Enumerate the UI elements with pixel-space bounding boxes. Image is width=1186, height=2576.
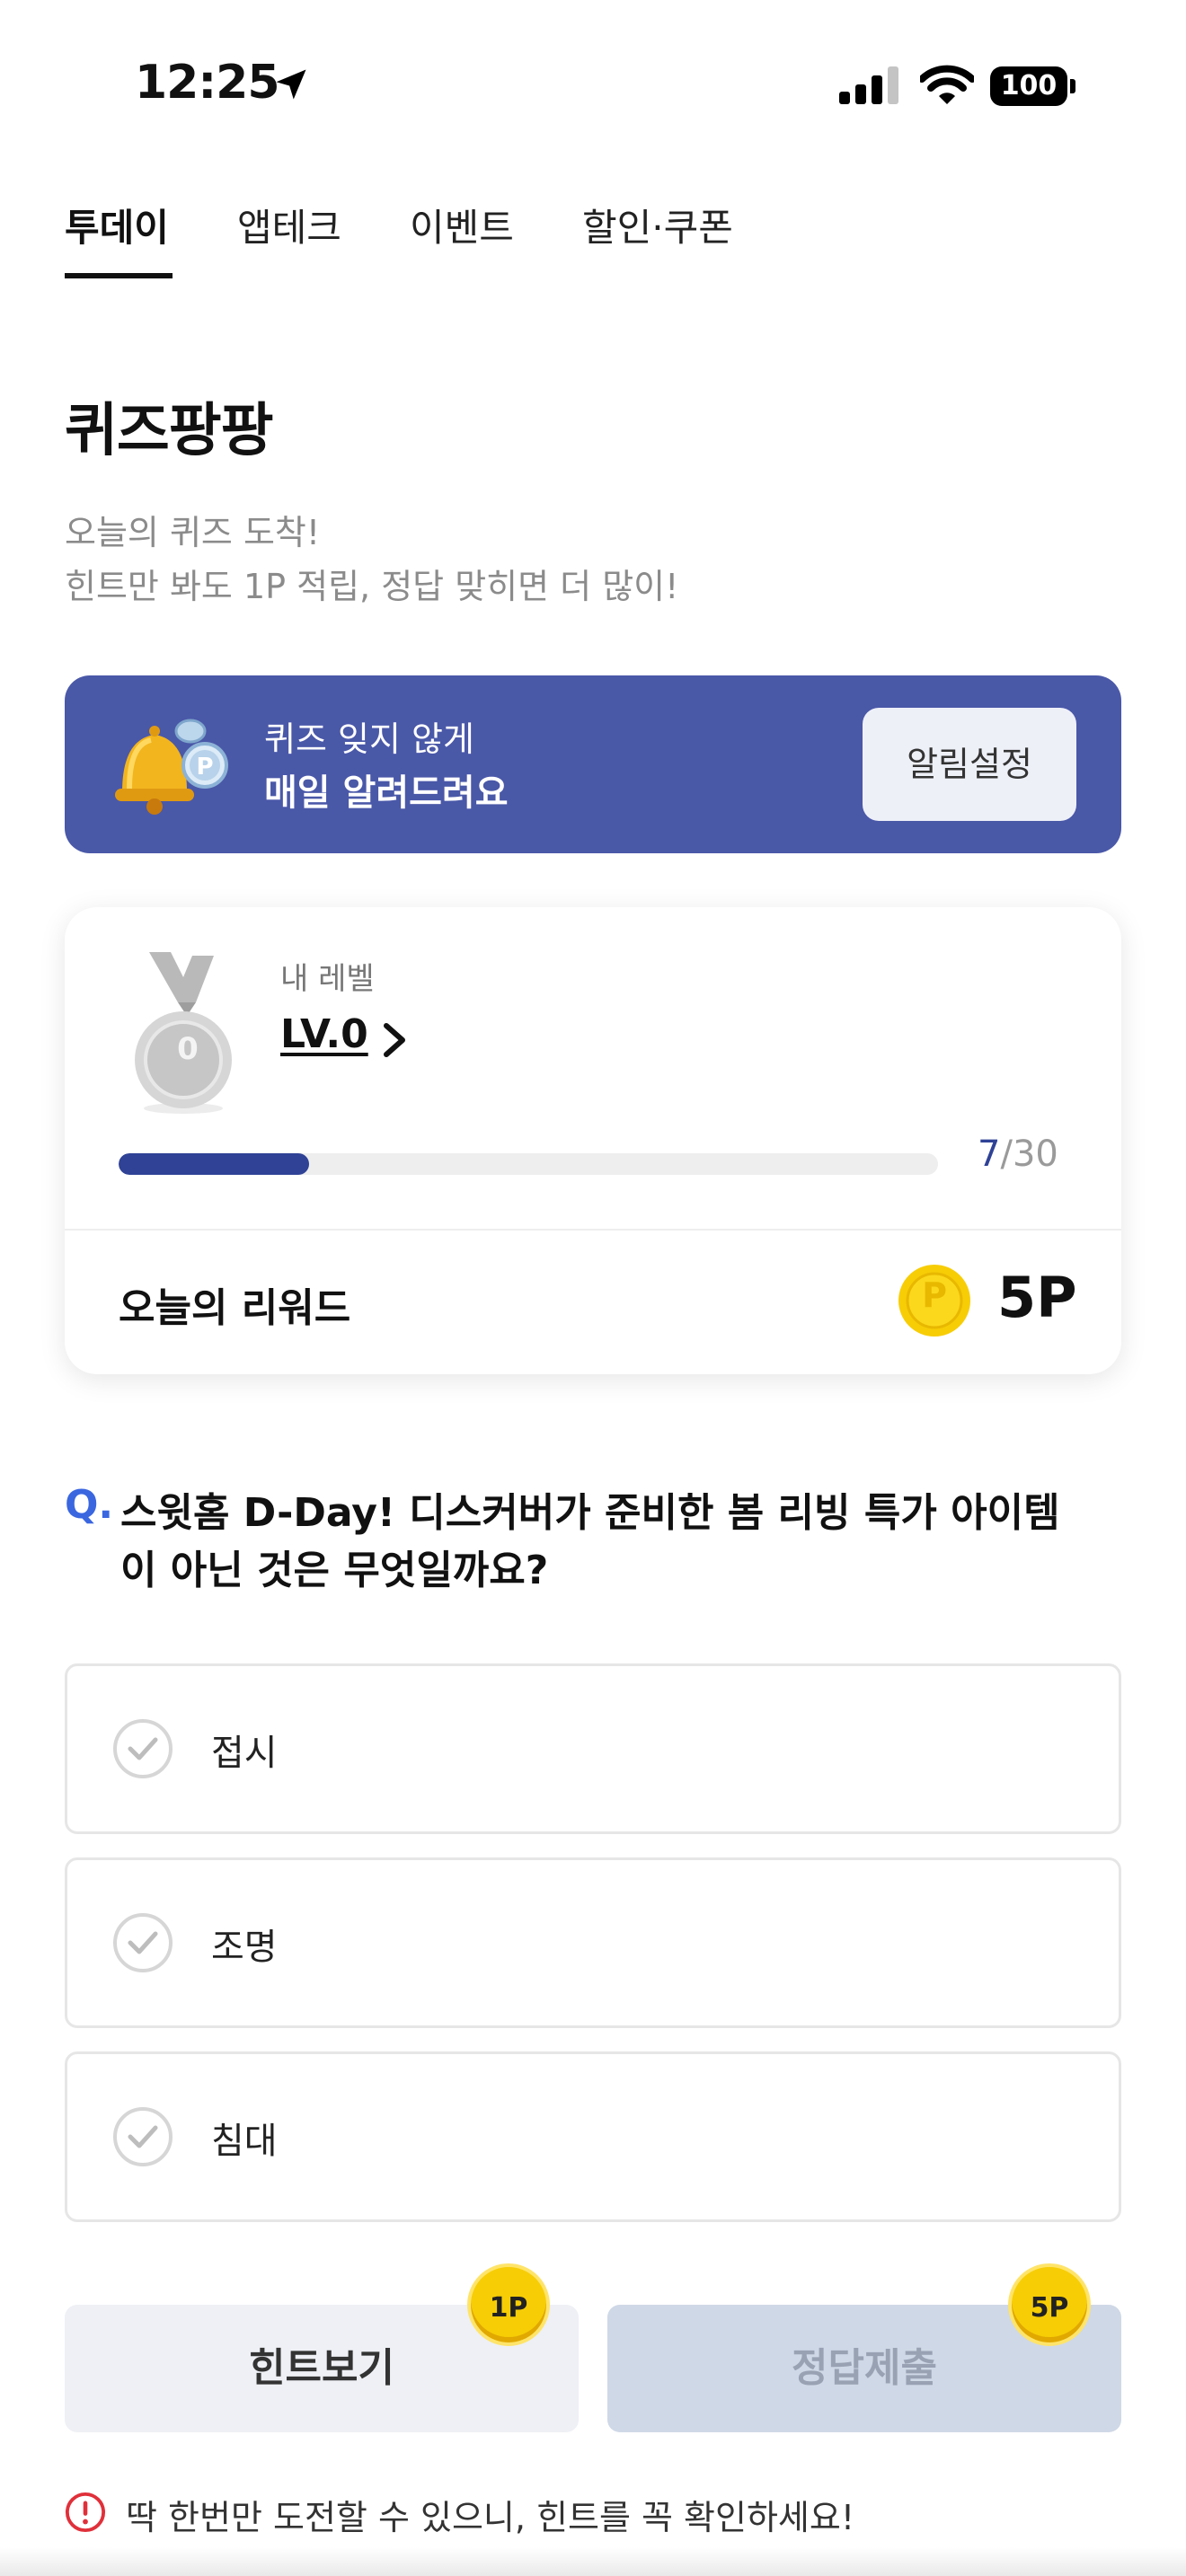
alarm-settings-button[interactable]: 알림설정	[863, 708, 1076, 821]
answer-option-label: 조명	[211, 1927, 278, 1968]
answer-option-label: 접시	[211, 1733, 278, 1774]
check-circle-icon	[113, 2107, 173, 2166]
page-subtitle-line1: 오늘의 퀴즈 도착!	[65, 513, 321, 552]
battery-icon: 100	[990, 66, 1076, 106]
banner-text-line1: 퀴즈 잊지 않게	[264, 719, 474, 759]
level-progress-text: 7/30	[978, 1134, 1058, 1175]
coin-letter: P	[922, 1275, 947, 1315]
bottom-fade	[0, 2547, 1186, 2576]
tab-today[interactable]: 투데이	[65, 198, 169, 252]
answer-option-1[interactable]: 접시	[65, 1663, 1121, 1834]
answer-option-2[interactable]: 조명	[65, 1857, 1121, 2028]
active-tab-indicator	[65, 273, 173, 278]
svg-text:P: P	[196, 754, 213, 781]
page-title: 퀴즈팡팡	[65, 398, 274, 464]
check-circle-icon	[113, 1913, 173, 1972]
progress-separator: /	[1000, 1134, 1013, 1175]
progress-max: 30	[1012, 1134, 1058, 1175]
location-arrow-icon	[276, 69, 306, 100]
today-reward-value: 5P	[997, 1265, 1077, 1330]
cellular-signal-icon	[839, 66, 898, 104]
tab-apptech[interactable]: 앱테크	[237, 198, 341, 252]
bell-coin-icon: P	[115, 719, 228, 815]
wifi-icon	[920, 65, 974, 104]
level-link[interactable]: LV.0	[280, 1011, 368, 1057]
question-text-line1: 스윗홈 D-Day! 디스커버가 준비한 봄 리빙 특가 아이템	[120, 1490, 1060, 1536]
page-subtitle-line2: 힌트만 봐도 1P 적립, 정답 맞히면 더 많이!	[65, 567, 679, 606]
question-text-line2: 이 아닌 것은 무엇일까요?	[120, 1548, 549, 1593]
status-time: 12:25	[135, 56, 280, 110]
my-level-label: 내 레벨	[280, 961, 375, 997]
level-progress-bar	[119, 1153, 938, 1175]
level-progress-fill	[119, 1153, 310, 1175]
notice-text: 딱 한번만 도전할 수 있으니, 힌트를 꼭 확인하세요!	[126, 2498, 855, 2537]
card-divider	[65, 1229, 1121, 1231]
medal-level-number: 0	[177, 1031, 199, 1067]
banner-text-line2: 매일 알려드려요	[264, 772, 509, 814]
hint-point-badge: 1P	[467, 2263, 550, 2346]
answer-option-label: 침대	[211, 2121, 278, 2162]
answer-option-3[interactable]: 침대	[65, 2051, 1121, 2222]
battery-level: 100	[1000, 70, 1058, 101]
submit-point-badge: 5P	[1008, 2263, 1091, 2346]
question-mark-label: Q.	[65, 1482, 114, 1528]
tab-event[interactable]: 이벤트	[410, 198, 514, 252]
progress-current: 7	[978, 1134, 1001, 1175]
warning-icon	[65, 2492, 106, 2533]
check-circle-icon	[113, 1719, 173, 1778]
chevron-right-icon[interactable]	[381, 1020, 408, 1060]
today-reward-label: 오늘의 리워드	[119, 1285, 351, 1331]
tab-discount-coupon[interactable]: 할인·쿠폰	[582, 198, 733, 252]
